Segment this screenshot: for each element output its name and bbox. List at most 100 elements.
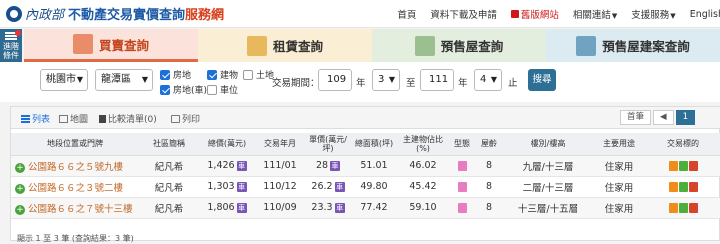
community-cell: 紀凡希 [139,176,199,198]
col-age[interactable]: 屋齡 [475,133,503,156]
expand-icon[interactable]: + [15,204,25,215]
to-label: 至 [406,78,416,89]
floor-cell: 十三層/十五層 [503,197,593,219]
nav-support[interactable]: 支援服務▼ [631,7,675,21]
result-count: 顯示 1 至 3 筆 (查詢結果：3 筆) [17,234,134,243]
nav-links[interactable]: 相關連結▼ [573,7,617,21]
check-building[interactable]: 建物 [207,68,238,81]
top-nav: 首頁 資料下載及申請 舊版網站 相關連結▼ 支援服務▼ English [383,0,720,28]
city-select[interactable]: 桃園市 ▼ [40,69,88,91]
use-cell: 住家用 [593,197,645,219]
address-cell[interactable]: + 公園路６６之５號九樓 [11,155,139,177]
advanced-filter-button[interactable]: 進階 條件 [0,29,22,62]
use-cell: 住家用 [593,155,645,177]
end-month-select[interactable]: 4 ▼ [474,69,502,91]
list-view-button[interactable]: 列表 [21,112,50,125]
type-cell [449,155,475,177]
col-total-price[interactable]: 總價(萬元) [199,133,255,156]
col-floor[interactable]: 樓別/樓高 [503,133,593,156]
expand-icon[interactable]: + [15,162,25,173]
building-type-icon [457,181,467,192]
check-land[interactable]: 土地 [243,68,274,81]
tab-rent[interactable]: 租賃查詢 [198,29,372,62]
tab-presale-project[interactable]: 預售屋建案查詢 [546,29,720,62]
target-cell [645,155,720,177]
start-year-input[interactable]: 109 [318,69,352,91]
results-panel: 列表 地圖 比較清單(0) 列印 首筆 ◀ 1 地段位置或門牌 社區簡稱 總價(… [10,106,720,243]
col-main-ratio[interactable]: 主建物佔比(%) [397,133,449,156]
first-page-button[interactable]: 首筆 [620,110,652,125]
print-button[interactable]: 列印 [171,112,200,125]
parking-tag-icon: 車 [334,202,345,213]
total-area-cell: 49.80 [351,176,397,198]
nav-old-site[interactable]: 舊版網站 [510,7,559,21]
age-cell: 8 [475,176,503,198]
nav-english[interactable]: English [690,9,720,20]
checkbox-icon [243,69,253,80]
chevron-down-icon: ▼ [76,75,83,84]
house-target-icon[interactable] [668,160,678,171]
parking-tag-icon: 車 [334,181,345,192]
house-target-icon[interactable] [668,181,678,192]
start-month-select[interactable]: 3 ▼ [372,69,400,91]
col-total-area[interactable]: 總面積(坪) [351,133,397,156]
building-target-icon[interactable] [678,160,688,171]
date-cell: 110/09 [255,197,305,219]
check-house-land-parking[interactable]: 房地(車) [160,83,207,96]
table-row[interactable]: + 公園路６６之３號二樓 紀凡希 1,303 車 110/12 26.2 車 49.8… [11,176,720,198]
parking-target-icon[interactable] [688,181,698,192]
check-parking[interactable]: 車位 [207,83,238,96]
table-row[interactable]: + 公園路６６之５號九樓 紀凡希 1,426 車 111/01 28 車 51.01 … [11,155,720,177]
end-year-input[interactable]: 111 [420,69,454,91]
chevron-down-icon: ▼ [388,75,395,84]
unit-price-cell: 28 車 [305,155,351,177]
end-label: 止 [508,78,518,89]
main-ratio-cell: 59.10 [397,197,449,219]
check-house-land[interactable]: 房地 [160,68,191,81]
col-use[interactable]: 主要用途 [593,133,645,156]
pager: 首筆 ◀ 1 [618,110,695,125]
compare-list-button[interactable]: 比較清單(0) [99,112,157,125]
district-select[interactable]: 龍潭區 ▼ [95,69,153,91]
search-button[interactable]: 搜尋 [528,69,556,91]
age-cell: 8 [475,197,503,219]
main-ratio-cell: 45.42 [397,176,449,198]
use-cell: 住家用 [593,176,645,198]
total-area-cell: 77.42 [351,197,397,219]
map-view-button[interactable]: 地圖 [59,112,88,125]
col-type[interactable]: 型態 [449,133,475,156]
tab-sales[interactable]: 買賣查詢 [24,29,198,62]
col-address[interactable]: 地段位置或門牌 [11,133,139,156]
nav-home[interactable]: 首頁 [397,7,416,21]
target-cell [645,176,720,198]
building-target-icon[interactable] [678,181,688,192]
total-price-cell: 1,303 車 [199,176,255,198]
table-header-row: 地段位置或門牌 社區簡稱 總價(萬元) 交易年月 單價(萬元/坪) 總面積(坪)… [11,133,720,156]
chevron-down-icon: ▼ [611,12,618,20]
address-cell[interactable]: + 公園路６６之７號十三樓 [11,197,139,219]
tab-presale[interactable]: 預售屋查詢 [372,29,546,62]
table-row[interactable]: + 公園路６６之７號十三樓 紀凡希 1,806 車 110/09 23.3 車 77.… [11,197,720,219]
chevron-down-icon: ▼ [670,12,676,20]
page-1-button[interactable]: 1 [675,110,695,125]
expand-icon[interactable]: + [15,183,25,194]
nav-download[interactable]: 資料下載及申請 [430,7,497,21]
building-target-icon[interactable] [678,202,688,213]
col-community[interactable]: 社區簡稱 [139,133,199,156]
site-logo[interactable]: 內政部 不動產交易實價查詢服務網 [6,4,224,23]
parking-target-icon[interactable] [688,160,698,171]
parking-tag-icon: 車 [236,181,247,192]
rent-illustration-icon [246,35,267,56]
address-cell[interactable]: + 公園路６６之３號二樓 [11,176,139,198]
parking-tag-icon: 車 [236,202,247,213]
col-unit-price[interactable]: 單價(萬元/坪) [305,133,351,156]
col-date[interactable]: 交易年月 [255,133,305,156]
parking-target-icon[interactable] [688,202,698,213]
floor-cell: 九層/十三層 [503,155,593,177]
period-label: 交易期間： [272,78,320,89]
col-target[interactable]: 交易標的 [645,133,720,156]
house-target-icon[interactable] [668,202,678,213]
year-unit-label: 年 [356,78,366,89]
prev-page-button[interactable]: ◀ [653,110,674,125]
age-cell: 8 [475,155,503,177]
